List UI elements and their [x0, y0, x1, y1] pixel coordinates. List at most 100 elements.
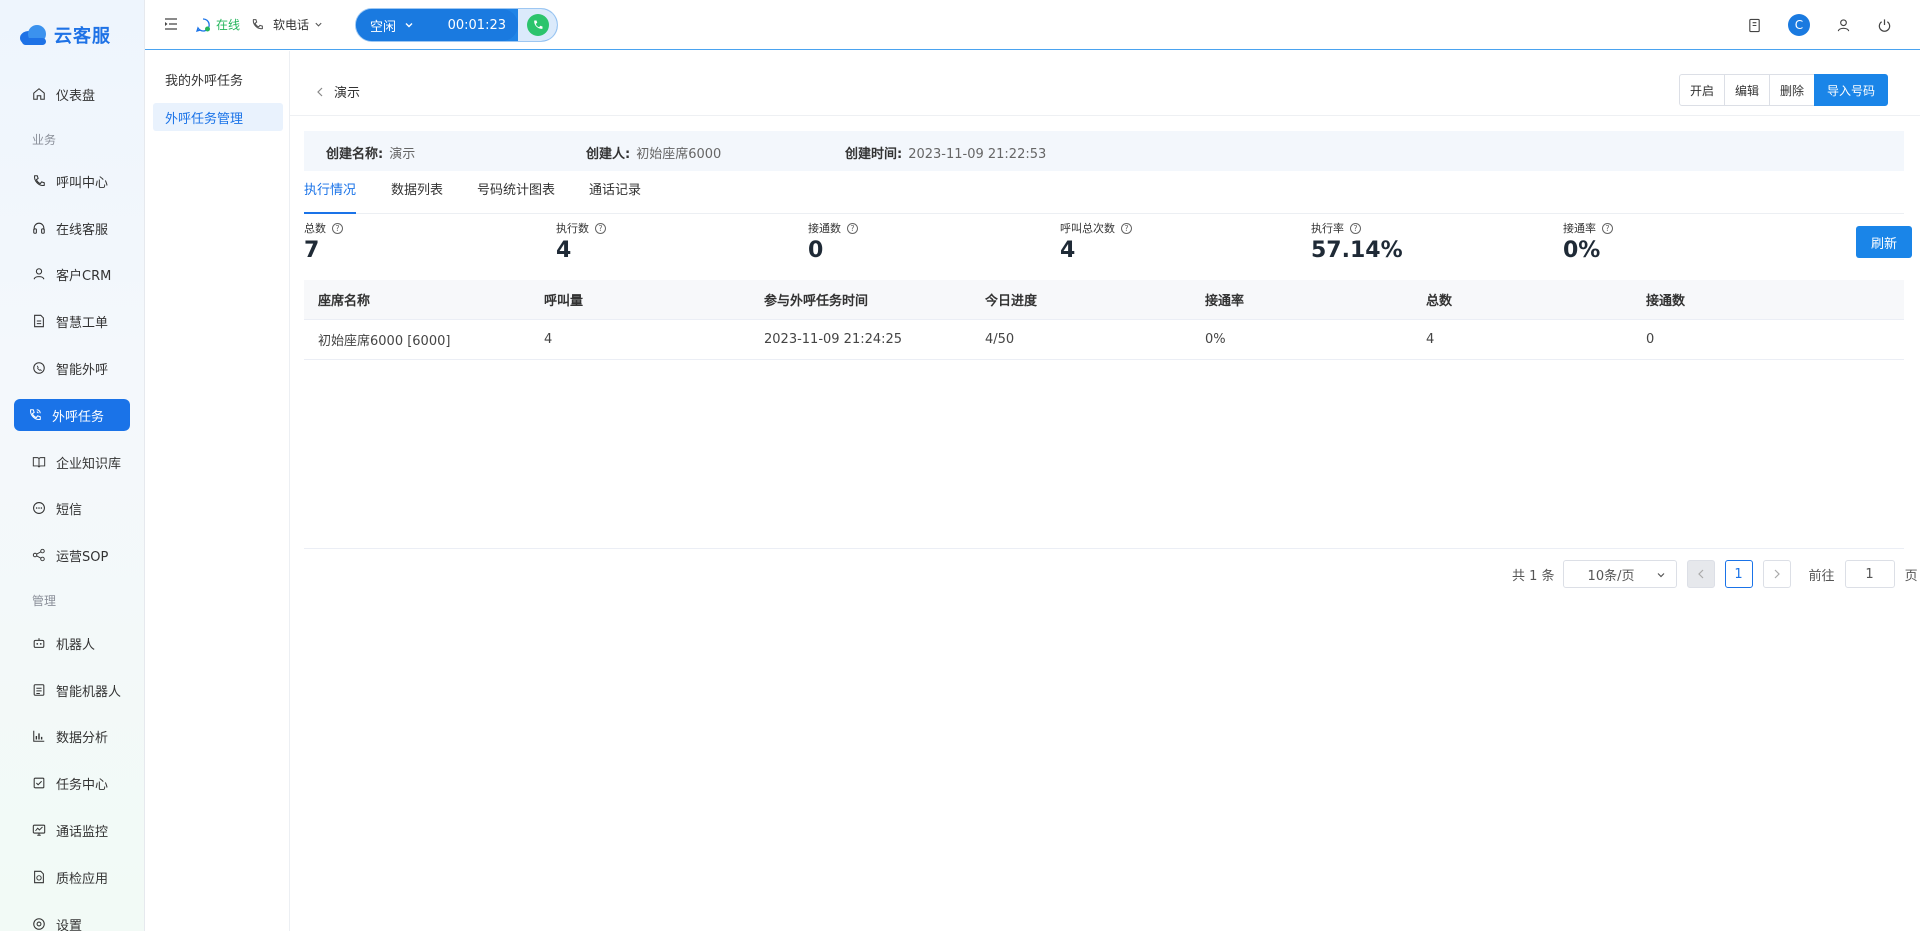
column-header[interactable]: 接通率 [1205, 290, 1244, 309]
share-nodes-icon [32, 548, 45, 562]
table-row[interactable]: 初始座席6000 [6000] 4 2023-11-09 21:24:25 4/… [304, 320, 1904, 360]
sidebar-item-outbound-task[interactable]: 外呼任务 [14, 399, 130, 431]
sidebar-item-task-center[interactable]: 任务中心 [14, 767, 130, 799]
start-button[interactable]: 开启 [1678, 74, 1725, 106]
goto-page-input[interactable]: 1 [1844, 560, 1895, 588]
table-cell: 2023-11-09 21:24:25 [764, 332, 903, 347]
stat-execution-rate: 执行率? 57.14% [1311, 220, 1403, 263]
sidebar-item-smart-robot[interactable]: 智能机器人 [14, 674, 130, 706]
nav-group-business: 业务 [32, 133, 57, 147]
help-icon[interactable]: ? [332, 222, 343, 234]
tab-execution[interactable]: 执行情况 [304, 178, 357, 214]
task-action-buttons: 开启 编辑 删除 导入号码 [1678, 74, 1888, 106]
user-icon [33, 268, 45, 280]
sidebar-item-data-analysis[interactable]: 数据分析 [14, 720, 130, 752]
sidebar-item-smart-outbound[interactable]: 智能外呼 [14, 352, 130, 384]
sidebar-item-quality-check[interactable]: 质检应用 [14, 861, 130, 893]
refresh-button[interactable]: 刷新 [1856, 226, 1912, 258]
sidebar-item-call-center[interactable]: 呼叫中心 [14, 165, 130, 197]
sidebar-item-label: 通话监控 [56, 824, 109, 840]
info-time: 创建时间: 2023-11-09 21:22:53 [845, 143, 1046, 162]
menu-fold-icon[interactable] [163, 16, 179, 32]
notebook-icon[interactable] [1747, 18, 1762, 33]
next-page-button[interactable] [1762, 560, 1791, 588]
tab-data-list[interactable]: 数据列表 [391, 178, 443, 214]
sidebar-item-robot[interactable]: 机器人 [14, 627, 130, 659]
sidebar-item-settings[interactable]: 设置 [14, 908, 130, 931]
sidebar-item-label: 短信 [56, 502, 83, 518]
sidebar: 云客服 仪表盘 业务 呼叫中心 在线客服 客户CRM 智慧工单 智能外呼 外呼任… [0, 0, 145, 931]
column-header[interactable]: 接通数 [1646, 290, 1685, 309]
chat-status-icon [195, 17, 210, 32]
help-icon[interactable]: ? [1350, 222, 1361, 234]
agent-status[interactable]: 在线 软电话 [195, 16, 323, 33]
stat-total: 总数? 7 [304, 220, 343, 263]
sidebar-item-knowledge-base[interactable]: 企业知识库 [14, 446, 130, 478]
page-button-current[interactable]: 1 [1724, 560, 1753, 588]
column-header[interactable]: 呼叫量 [544, 290, 583, 309]
column-header[interactable]: 座席名称 [318, 290, 370, 309]
agent-table: 座席名称 呼叫量 参与外呼任务时间 今日进度 接通率 总数 接通数 初始座席60… [304, 280, 1904, 360]
phone-mode-label: 软电话 [273, 18, 310, 32]
help-icon[interactable]: ? [847, 222, 858, 234]
stat-label: 接通率 [1563, 222, 1596, 235]
chevron-left-icon [1697, 569, 1703, 579]
task-header: 演示 开启 编辑 删除 导入号码 [290, 64, 1920, 116]
brand-logo[interactable]: 云客服 [18, 22, 111, 48]
help-icon[interactable]: ? [595, 222, 606, 234]
power-icon[interactable] [1877, 18, 1892, 33]
phone-icon [34, 175, 45, 186]
help-icon[interactable]: ? [1602, 222, 1613, 234]
document-icon [34, 314, 44, 328]
dial-button[interactable] [518, 9, 557, 41]
goto-label: 前往 [1808, 568, 1835, 584]
column-header[interactable]: 今日进度 [985, 290, 1037, 309]
sidebar-item-sms[interactable]: 短信 [14, 492, 130, 524]
phone-call-icon [30, 409, 41, 420]
tab-number-stats-chart[interactable]: 号码统计图表 [477, 178, 555, 214]
sidebar-item-work-order[interactable]: 智慧工单 [14, 305, 130, 337]
task-title: 演示 [334, 86, 361, 101]
avatar[interactable]: C [1788, 14, 1810, 36]
help-icon[interactable]: ? [1121, 222, 1132, 234]
tab-call-records[interactable]: 通话记录 [589, 178, 641, 214]
table-cell: 0 [1646, 332, 1655, 347]
sidebar-item-call-monitor[interactable]: 通话监控 [14, 814, 130, 846]
online-status-label: 在线 [216, 18, 241, 32]
chat-dots-icon [33, 502, 45, 514]
gear-icon [33, 918, 45, 930]
column-header[interactable]: 总数 [1426, 290, 1452, 309]
call-state-dropdown[interactable]: 空闲 00:01:23 [356, 9, 518, 41]
page-size-select[interactable]: 10条/页 [1562, 560, 1677, 588]
book-icon [32, 457, 46, 468]
stat-value: 0% [1563, 238, 1601, 263]
info-creator-value: 初始座席6000 [636, 147, 722, 162]
sidebar-item-crm[interactable]: 客户CRM [14, 258, 130, 290]
subnav-my-outbound-tasks[interactable]: 我的外呼任务 [153, 65, 283, 93]
sub-navigation: 我的外呼任务 外呼任务管理 [145, 51, 290, 931]
column-header[interactable]: 参与外呼任务时间 [764, 290, 868, 309]
edit-button[interactable]: 编辑 [1723, 74, 1770, 106]
robot-icon [33, 638, 45, 648]
table-divider [304, 548, 1904, 549]
user-profile-icon[interactable] [1836, 18, 1851, 33]
sidebar-item-sop[interactable]: 运营SOP [14, 539, 130, 571]
sidebar-item-label: 质检应用 [56, 871, 109, 887]
top-header: 在线 软电话 空闲 00:01:23 C [145, 0, 1920, 50]
sidebar-item-dashboard[interactable]: 仪表盘 [14, 78, 130, 110]
import-numbers-button[interactable]: 导入号码 [1813, 74, 1888, 106]
stat-total-calls: 呼叫总次数? 4 [1060, 220, 1132, 263]
sidebar-item-label: 机器人 [56, 637, 96, 653]
prev-page-button[interactable] [1686, 560, 1715, 588]
call-timer: 00:01:23 [447, 17, 506, 33]
sidebar-item-label: 运营SOP [56, 549, 109, 565]
info-time-value: 2023-11-09 21:22:53 [908, 147, 1047, 162]
stat-value: 57.14% [1311, 238, 1403, 263]
sidebar-item-online-service[interactable]: 在线客服 [14, 212, 130, 244]
subnav-outbound-task-management[interactable]: 外呼任务管理 [153, 103, 283, 131]
delete-button[interactable]: 删除 [1768, 74, 1815, 106]
task-info-bar: 创建名称: 演示 创建人: 初始座席6000 创建时间: 2023-11-09 21:… [304, 131, 1904, 171]
back-button[interactable]: 演示 [316, 82, 360, 101]
chevron-down-icon [315, 22, 322, 27]
sidebar-item-label: 在线客服 [56, 222, 109, 238]
